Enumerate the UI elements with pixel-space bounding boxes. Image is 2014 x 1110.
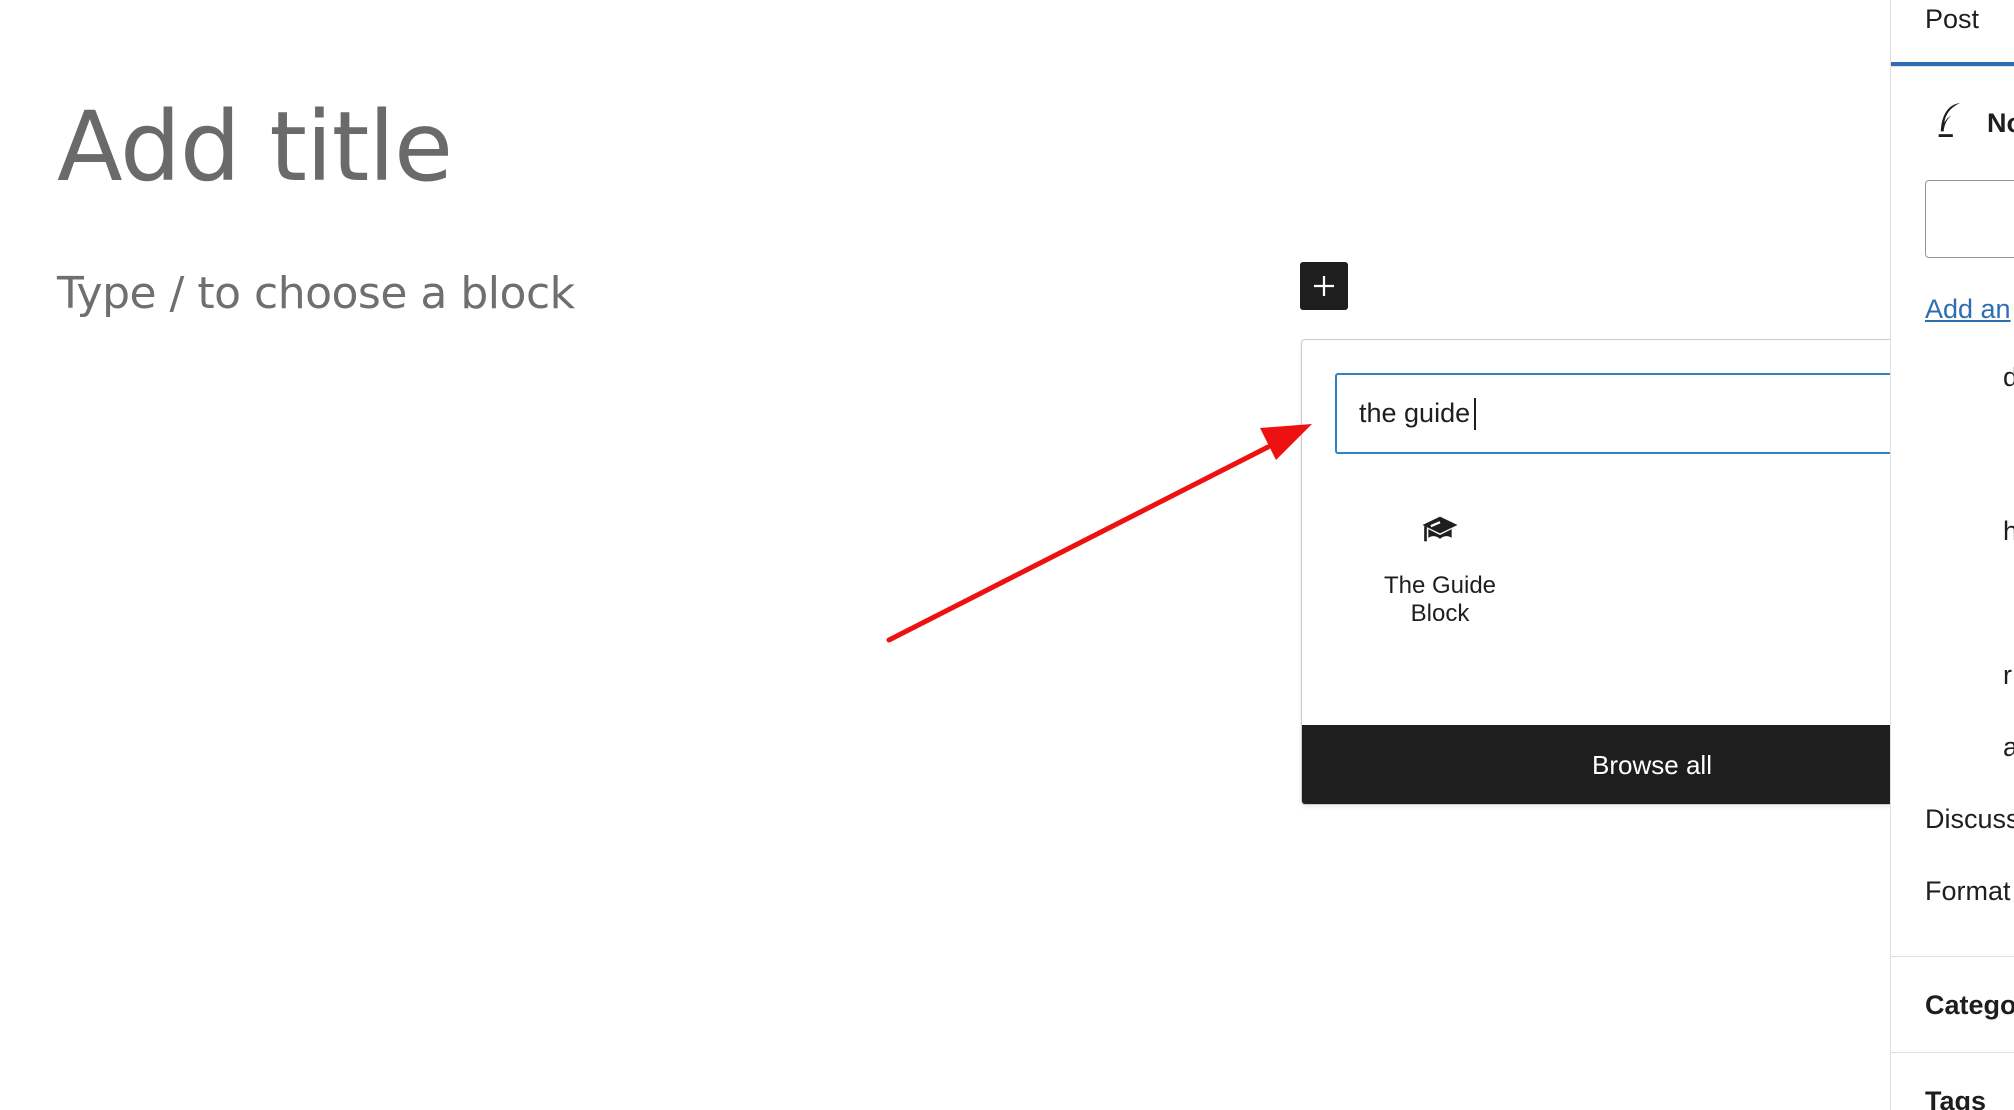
- discussion-label[interactable]: Discuss: [1925, 804, 2014, 835]
- post-title-input[interactable]: Add title: [57, 92, 453, 202]
- settings-sidebar: Post No Add an d h r a Discuss Format Ca…: [1890, 0, 2014, 1110]
- categories-panel-toggle[interactable]: Catego: [1925, 990, 2014, 1021]
- block-placeholder[interactable]: Type / to choose a block: [57, 266, 575, 322]
- editor-canvas: Add title Type / to choose a block the g…: [0, 0, 2001, 1110]
- sidebar-text-fragment: h: [2003, 516, 2014, 547]
- add-link[interactable]: Add an: [1925, 294, 2011, 325]
- block-result-the-guide[interactable]: The Guide Block: [1370, 510, 1510, 650]
- sidebar-text-fragment: r: [2003, 660, 2012, 690]
- block-search-input[interactable]: [1359, 375, 1879, 452]
- format-label[interactable]: Format: [1925, 876, 2011, 907]
- graduation-cap-icon: [1422, 516, 1458, 542]
- tags-panel-toggle[interactable]: Tags: [1925, 1086, 1986, 1110]
- block-search-field[interactable]: [1335, 373, 1969, 454]
- divider: [1891, 1052, 2014, 1053]
- block-result-label: The Guide Block: [1383, 572, 1497, 627]
- text-caret: [1474, 398, 1476, 430]
- sidebar-text-fragment: a: [2003, 732, 2014, 763]
- excerpt-field[interactable]: [1925, 180, 2014, 258]
- tab-post[interactable]: Post: [1891, 0, 2014, 66]
- feather-icon: [1938, 103, 1960, 137]
- divider: [1891, 956, 2014, 957]
- post-status-label[interactable]: No: [1987, 108, 2014, 139]
- divider: [1891, 66, 2014, 67]
- block-inserter-button[interactable]: [1300, 262, 1348, 310]
- sidebar-text-fragment: d: [2003, 362, 2014, 393]
- plus-icon: [1314, 276, 1334, 296]
